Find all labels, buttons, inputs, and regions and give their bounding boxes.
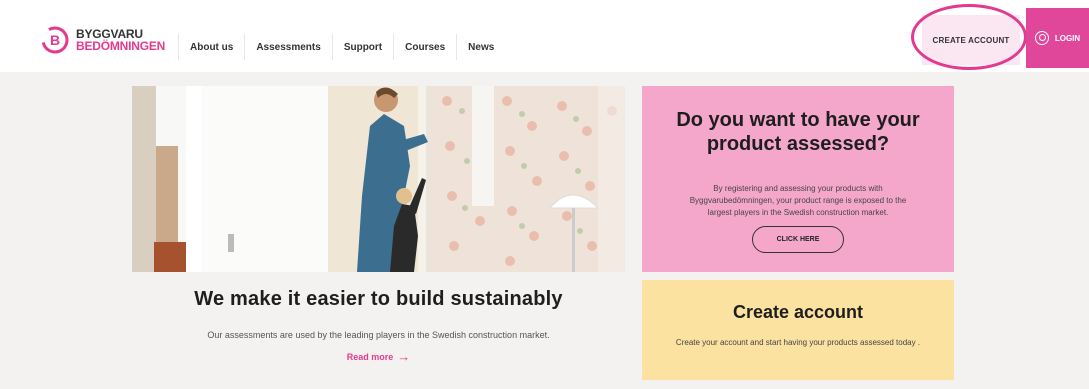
nav-support[interactable]: Support <box>331 34 393 60</box>
create-account-card[interactable]: Create account Create your account and s… <box>642 280 954 380</box>
svg-text:B: B <box>50 32 60 48</box>
product-assessment-body: By registering and assessing your produc… <box>689 184 907 217</box>
login-label: LOGIN <box>1054 33 1081 43</box>
product-assessment-title: Do you want to have your product assesse… <box>676 109 920 155</box>
hero-subtitle: Our assessments are used by the leading … <box>207 330 550 340</box>
create-account-card-title: Create account <box>732 302 864 322</box>
user-icon <box>1034 31 1049 45</box>
main-nav: About us Assessments Support Courses New… <box>178 28 505 66</box>
login-button[interactable]: LOGIN <box>1026 8 1089 68</box>
logo-line-2: BEDÖMNINGEN <box>76 39 166 53</box>
nav-about-us[interactable]: About us <box>178 34 244 60</box>
create-account-card-body: Create your account and start having you… <box>675 338 921 347</box>
read-more-link[interactable]: Read more → <box>132 349 625 364</box>
nav-courses[interactable]: Courses <box>393 34 456 60</box>
main-content: We make it easier to build sustainably O… <box>0 72 1089 389</box>
arrow-right-icon: → <box>397 349 411 364</box>
read-more-label: Read more <box>346 352 394 362</box>
logo-b-icon: B <box>40 25 70 55</box>
logo-text: BYGGVARU BEDÖMNINGEN <box>76 28 165 52</box>
click-here-button[interactable]: CLICK HERE <box>752 226 844 253</box>
hero-title: We make it easier to build sustainably <box>194 288 563 310</box>
nav-news[interactable]: News <box>456 34 505 60</box>
hero-photo-illustration <box>132 86 625 272</box>
brand-logo[interactable]: B BYGGVARU BEDÖMNINGEN <box>40 25 165 55</box>
product-assessment-card: Do you want to have your product assesse… <box>642 86 954 272</box>
hero-image <box>132 86 625 272</box>
nav-assessments[interactable]: Assessments <box>244 34 331 60</box>
create-account-button[interactable]: CREATE ACCOUNT <box>922 15 1020 65</box>
